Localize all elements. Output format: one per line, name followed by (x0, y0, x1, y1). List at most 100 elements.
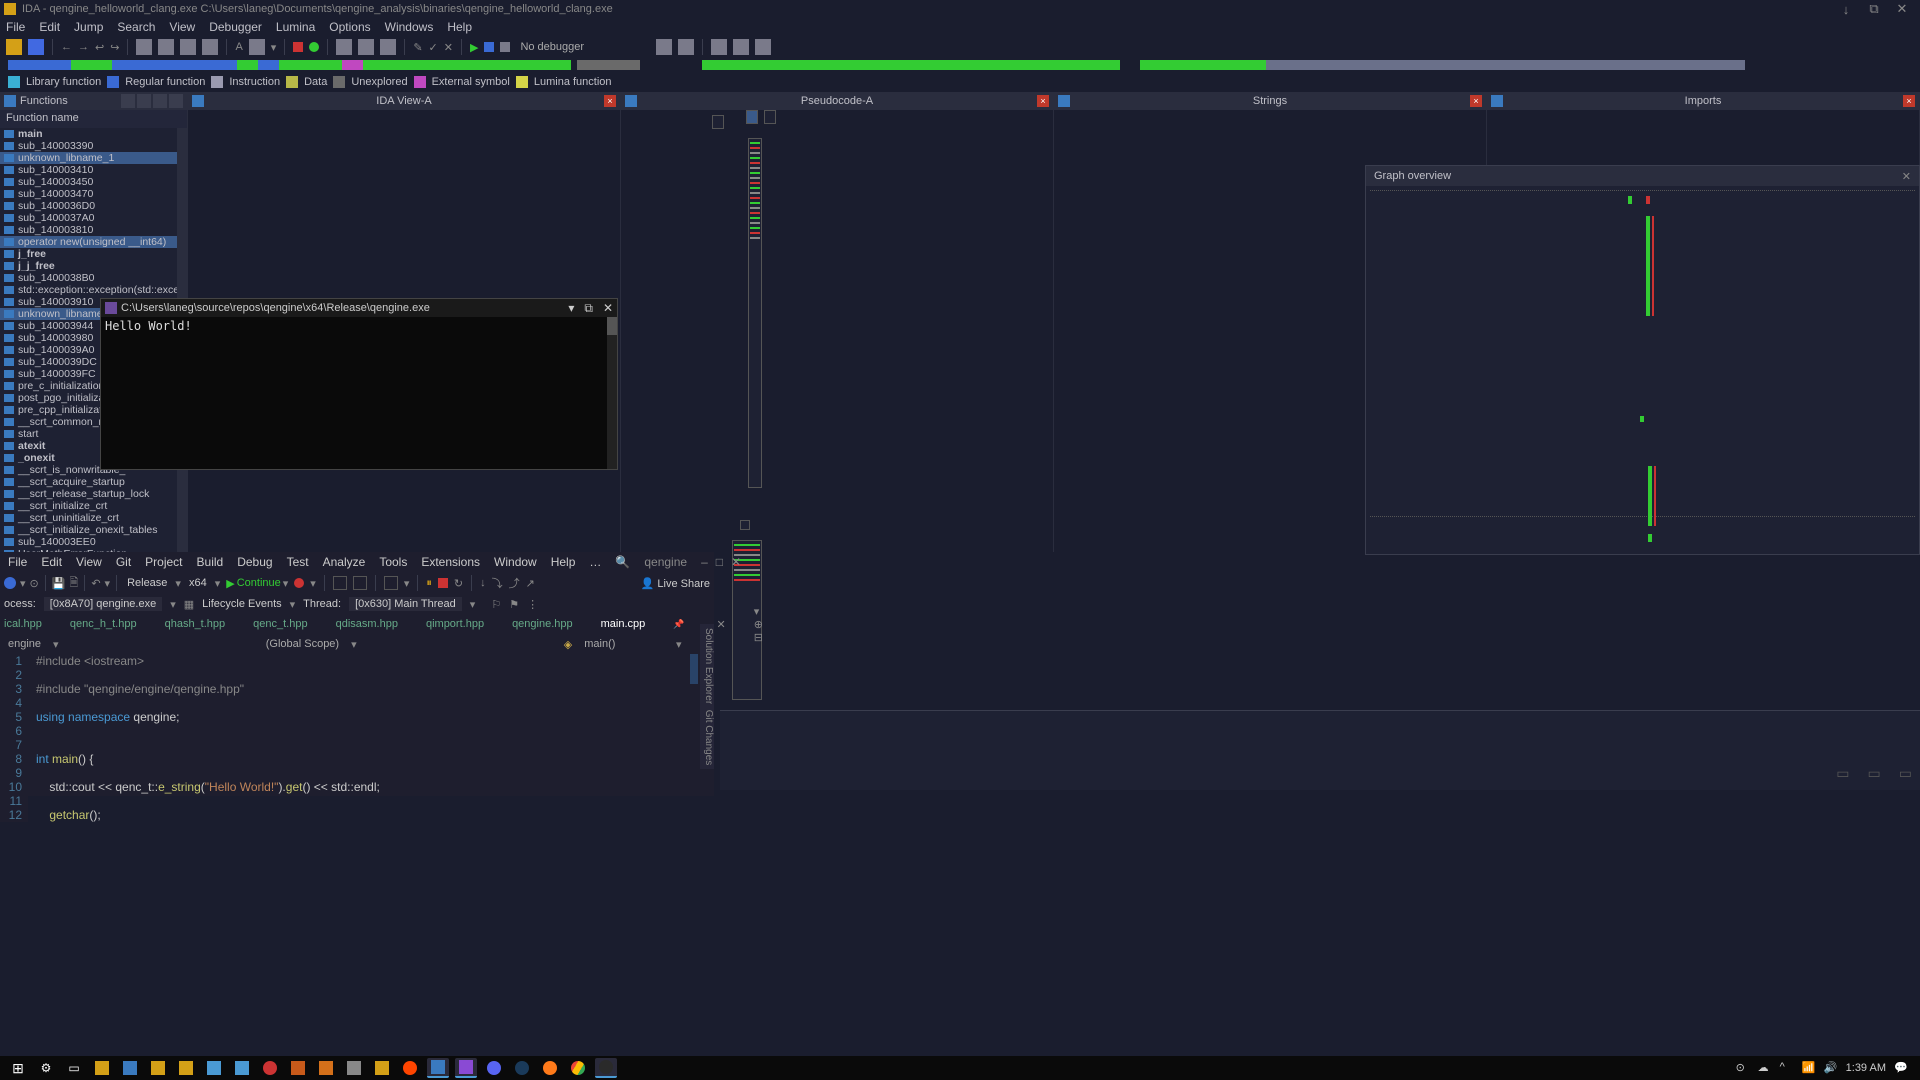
vs-logo-icon[interactable] (4, 577, 16, 589)
platform-select[interactable]: x64 (185, 577, 211, 589)
nav-segment[interactable] (8, 60, 71, 70)
function-item[interactable]: j_j_free (0, 260, 177, 272)
vs-menu-tools[interactable]: Tools (379, 555, 407, 569)
tray-chevron-icon[interactable]: ^ (1780, 1061, 1794, 1075)
menu-debugger[interactable]: Debugger (209, 20, 262, 34)
vs-menu-project[interactable]: Project (145, 555, 182, 569)
step-icon[interactable]: ⤵ (492, 575, 503, 591)
view-tab[interactable]: IDA View-A× (188, 92, 620, 110)
function-item[interactable]: operator new(unsigned __int64) (0, 236, 177, 248)
function-item[interactable]: sub_140003470 (0, 188, 177, 200)
function-item[interactable]: sub_140003410 (0, 164, 177, 176)
function-item[interactable]: __scrt_release_startup_lock (0, 488, 177, 500)
function-item[interactable]: sub_1400038B0 (0, 272, 177, 284)
vs-menu-view[interactable]: View (76, 555, 102, 569)
tool-icon[interactable]: ⚑ (509, 598, 519, 611)
play-icon[interactable]: ▶ (470, 41, 478, 54)
tool-icon[interactable] (733, 39, 749, 55)
tool-icon[interactable] (336, 39, 352, 55)
app-icon[interactable] (231, 1058, 253, 1078)
function-item[interactable]: j_free (0, 248, 177, 260)
tool-icon[interactable] (180, 39, 196, 55)
nav-segment[interactable] (1745, 60, 1912, 70)
function-item[interactable]: __scrt_initialize_crt (0, 500, 177, 512)
close-icon[interactable]: ✕ (716, 618, 725, 631)
tool-icon[interactable] (333, 576, 347, 590)
nav-segment[interactable] (1140, 60, 1265, 70)
menu-windows[interactable]: Windows (385, 20, 434, 34)
vs-code-editor[interactable]: 123456789101112 #include <iostream> #inc… (0, 654, 714, 822)
nav-fwd2-icon[interactable]: ↪ (110, 41, 119, 54)
run-icon[interactable] (309, 42, 319, 52)
scope-global[interactable]: (Global Scope) (266, 638, 339, 650)
vs-menu-…[interactable]: … (589, 555, 601, 569)
notifications-icon[interactable]: 💬 (1894, 1061, 1908, 1075)
vs-menu-analyze[interactable]: Analyze (323, 555, 366, 569)
output-icon[interactable]: ▭ (1899, 765, 1912, 782)
editor-tab[interactable]: qdisasm.hpp (336, 618, 398, 630)
nav-back-icon[interactable]: ← (61, 41, 72, 53)
close-icon[interactable]: × (1470, 95, 1482, 107)
nav-segment[interactable] (577, 60, 640, 70)
vs-menu-build[interactable]: Build (197, 555, 224, 569)
nav-back2-icon[interactable]: ↩ (95, 41, 104, 54)
tool-icon[interactable] (656, 39, 672, 55)
pause-icon[interactable]: ⏸ (426, 577, 432, 590)
function-item[interactable]: std::exception::exception(std::exception (0, 284, 177, 296)
nav-segment[interactable] (702, 60, 1119, 70)
vs-menu-help[interactable]: Help (551, 555, 576, 569)
close-icon[interactable]: × (604, 95, 616, 107)
vs-save-icon[interactable]: 💾 (52, 577, 66, 590)
app-icon[interactable] (91, 1058, 113, 1078)
nav-segment[interactable] (1120, 60, 1141, 70)
dropdown-icon[interactable]: ▾ (271, 41, 277, 54)
firefox-icon[interactable] (539, 1058, 561, 1078)
function-item[interactable]: sub_1400037A0 (0, 212, 177, 224)
nav-band[interactable] (8, 60, 1912, 70)
vs-menu-git[interactable]: Git (116, 555, 131, 569)
breakpoint-icon[interactable] (293, 42, 303, 52)
tool-icon[interactable]: ✓ (429, 41, 438, 54)
step-icon[interactable]: ⤴ (509, 575, 520, 591)
editor-tab[interactable]: qenc_t.hpp (253, 618, 307, 630)
stop-icon[interactable] (500, 42, 510, 52)
nav-segment[interactable] (112, 60, 237, 70)
function-item[interactable]: __scrt_initialize_onexit_tables (0, 524, 177, 536)
steam-icon[interactable] (511, 1058, 533, 1078)
restart-icon[interactable]: ↻ (454, 577, 463, 590)
function-item[interactable]: main (0, 128, 177, 140)
editor-tab[interactable]: qhash_t.hpp (165, 618, 226, 630)
tool-icon[interactable] (158, 39, 174, 55)
tool-icon[interactable] (711, 39, 727, 55)
app-icon[interactable] (259, 1058, 281, 1078)
function-item[interactable]: sub_140003390 (0, 140, 177, 152)
step-icon[interactable]: ↗ (526, 577, 535, 590)
function-item[interactable]: unknown_libname_1 (0, 152, 177, 164)
chrome-icon[interactable] (567, 1058, 589, 1078)
scope-project[interactable]: engine (8, 638, 41, 650)
nav-fwd-icon[interactable]: → (78, 41, 89, 53)
undo-icon[interactable]: ↶ (91, 577, 100, 590)
tab-overflow[interactable]: ▾ ⊕ ⊟ (754, 605, 763, 644)
menu-lumina[interactable]: Lumina (276, 20, 315, 34)
function-item[interactable]: sub_140003810 (0, 224, 177, 236)
tool-icon[interactable]: ⋮ (527, 598, 538, 611)
nav-segment[interactable] (1266, 60, 1746, 70)
vs-menu-debug[interactable]: Debug (237, 555, 272, 569)
panel-btn[interactable] (169, 94, 183, 108)
graph-overview-body[interactable] (1366, 186, 1919, 554)
panel-btn[interactable] (121, 94, 135, 108)
menu-help[interactable]: Help (447, 20, 472, 34)
menu-file[interactable]: File (6, 20, 25, 34)
ida-close-icon[interactable]: ✕ (1888, 1, 1916, 17)
tray-icon[interactable]: ☁ (1758, 1061, 1772, 1075)
output-icon[interactable]: ▭ (1836, 765, 1849, 782)
panel-btn[interactable] (137, 94, 151, 108)
output-icon[interactable]: ▭ (1868, 765, 1881, 782)
app-icon[interactable] (119, 1058, 141, 1078)
editor-tab[interactable]: qengine.hpp (512, 618, 573, 630)
app-icon[interactable] (287, 1058, 309, 1078)
nav-segment[interactable] (237, 60, 258, 70)
app-icon[interactable] (343, 1058, 365, 1078)
explorer-icon[interactable] (175, 1058, 197, 1078)
